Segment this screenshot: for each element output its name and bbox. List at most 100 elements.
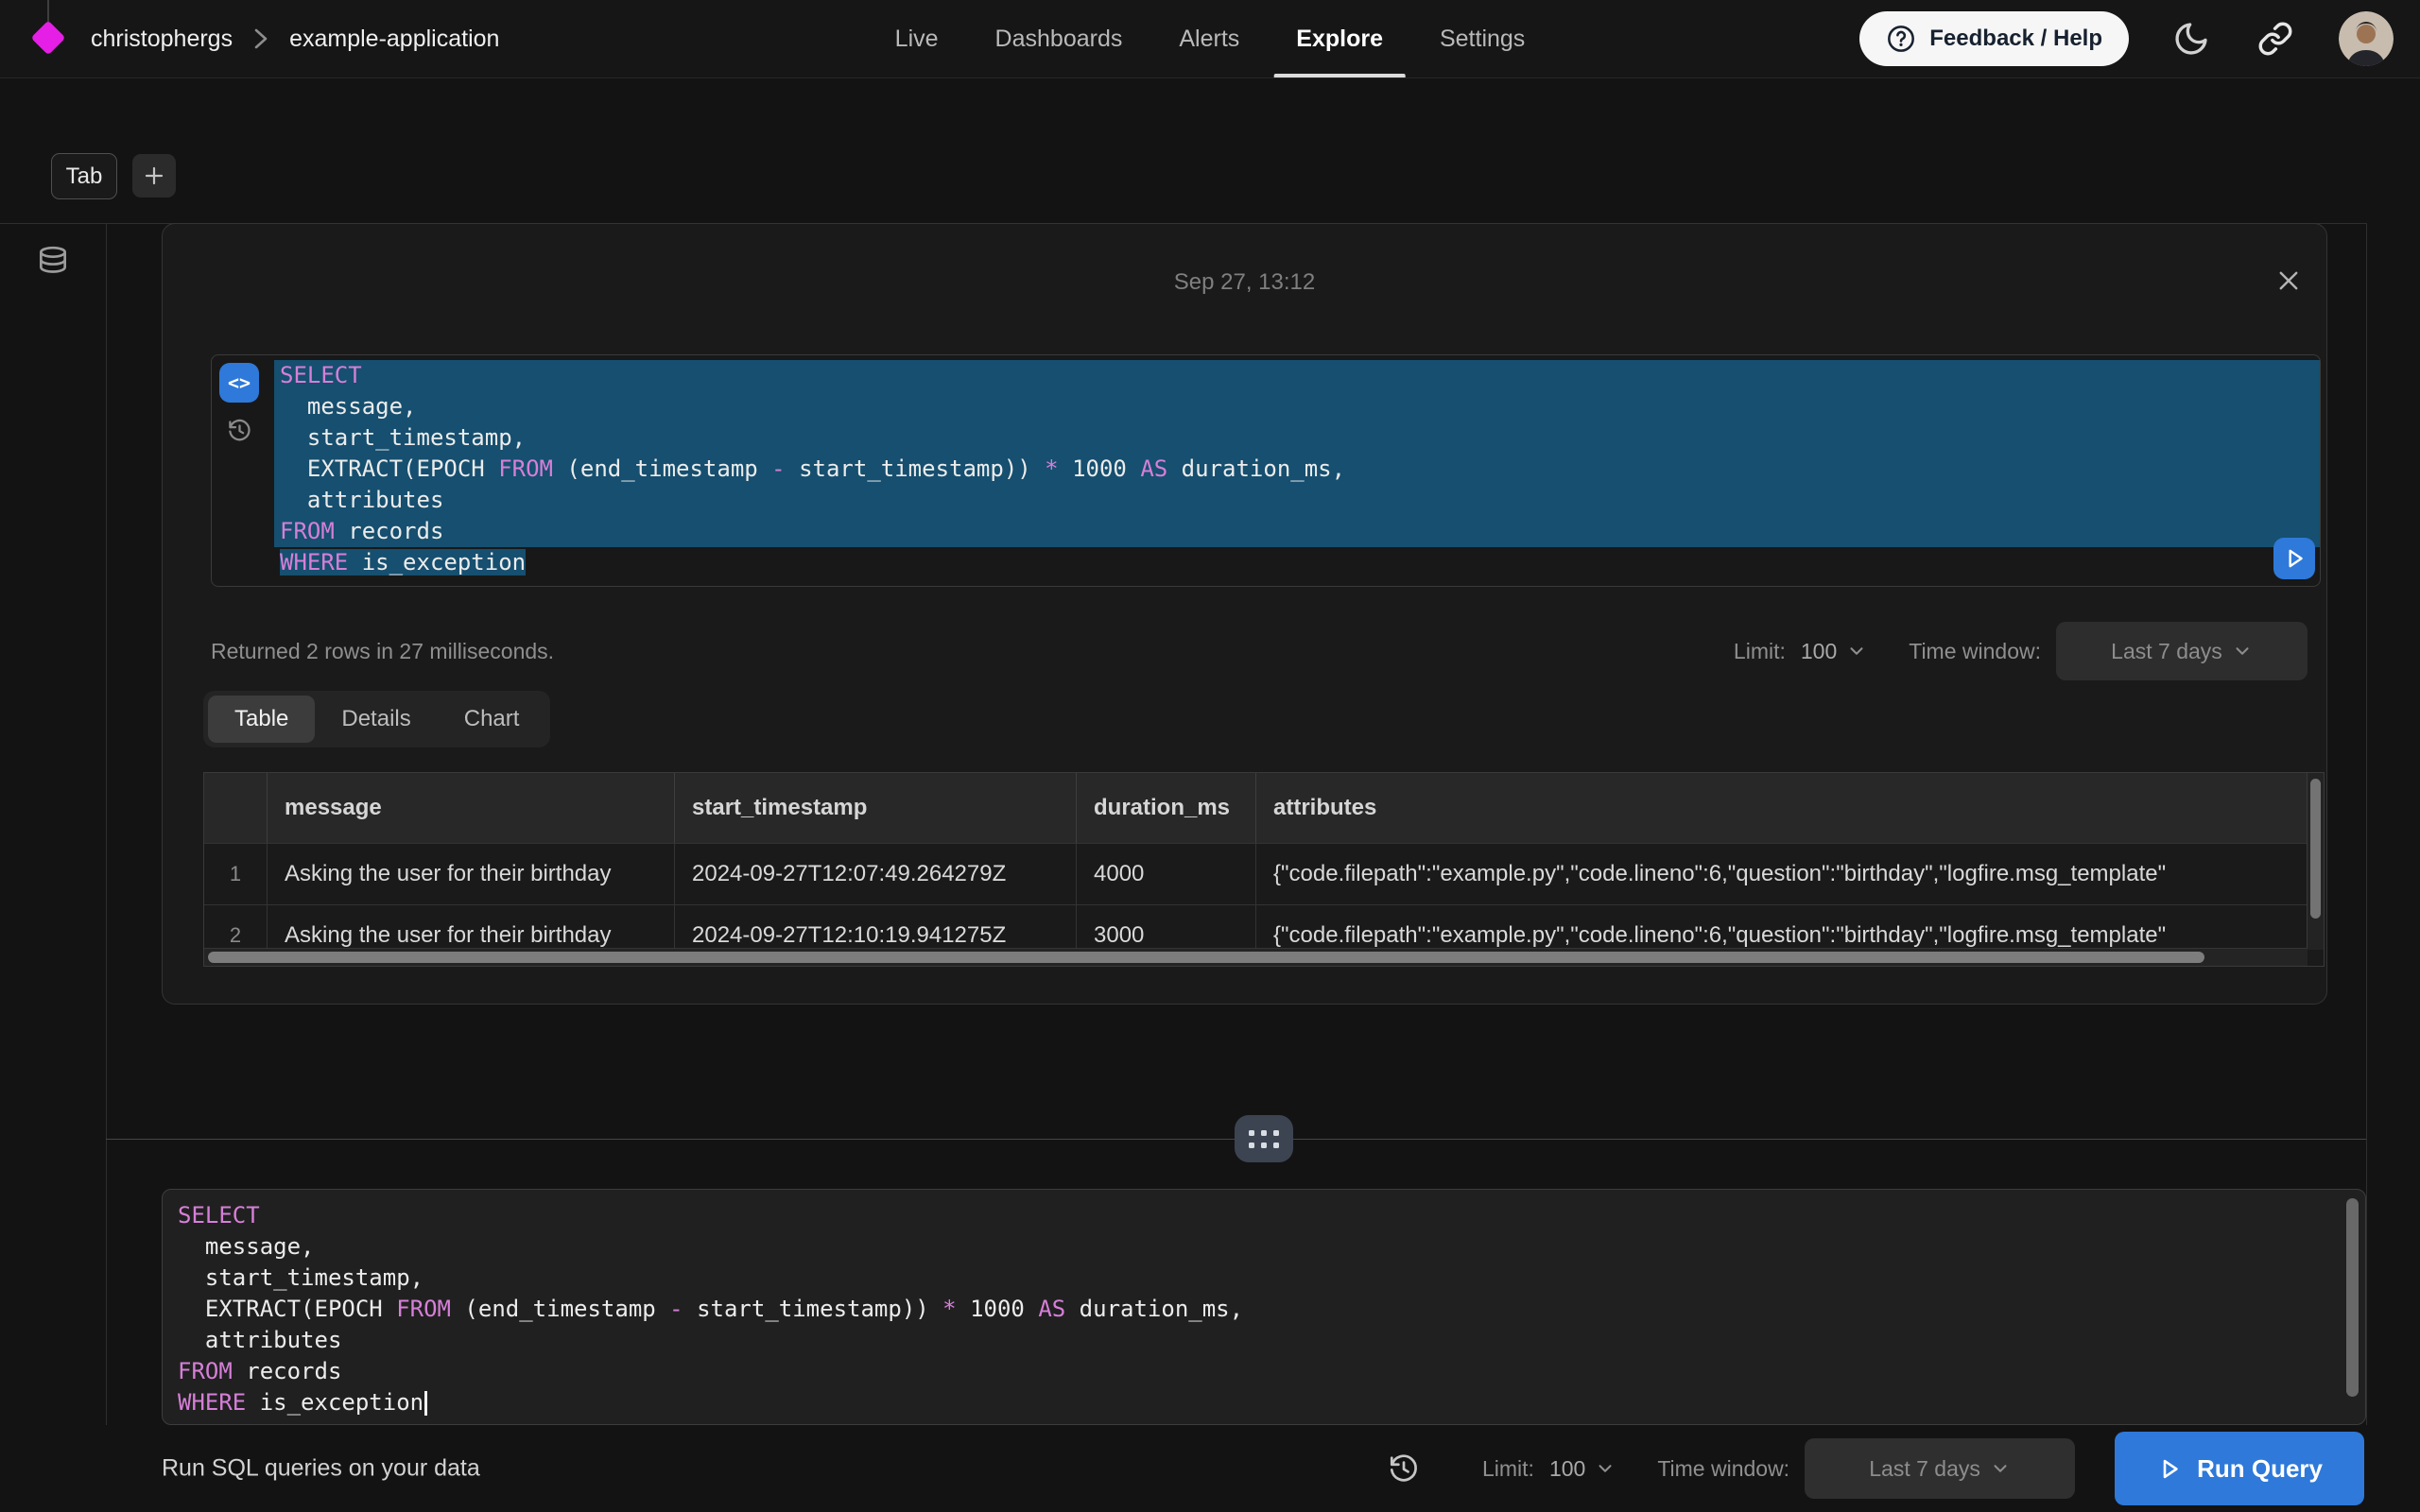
question-circle-icon (1886, 24, 1916, 54)
history-icon[interactable] (227, 418, 272, 443)
query-tab-label: Tab (66, 163, 103, 190)
feedback-help-label: Feedback / Help (1929, 26, 2102, 52)
user-avatar[interactable] (2339, 11, 2394, 66)
code-mode-icon[interactable]: <> (219, 363, 259, 403)
time-window-select[interactable]: Last 7 days (2056, 622, 2308, 680)
hscroll-thumb[interactable] (208, 952, 2204, 963)
table-horizontal-scrollbar[interactable] (204, 948, 2308, 966)
logfire-logo-icon[interactable] (31, 21, 66, 56)
sql-editor[interactable]: SELECT message, start_timestamp, EXTRACT… (162, 1189, 2366, 1425)
chevron-down-icon (1990, 1458, 2011, 1479)
sql-line-4: EXTRACT(EPOCH FROM (end_timestamp - star… (274, 454, 2320, 485)
bottom-controls: Limit: 100 Time window: Last 7 days Run … (1388, 1432, 2364, 1505)
table-row[interactable]: 1Asking the user for their birthday2024-… (204, 843, 2324, 904)
bottom-action-bar: Run SQL queries on your data Limit: 100 … (0, 1425, 2420, 1512)
logfire-explore-page: christophergs example-application LiveDa… (0, 0, 2420, 1512)
nav-tab-dashboards[interactable]: Dashboards (967, 0, 1151, 77)
time-window-select[interactable]: Last 7 days (1805, 1438, 2075, 1499)
cell-duration_ms[interactable]: 4000 (1077, 844, 1256, 904)
sql-line-5: attributes (172, 1325, 2337, 1356)
table-header-row: messagestart_timestampduration_msattribu… (204, 773, 2324, 843)
top-navbar: christophergs example-application LiveDa… (0, 0, 2420, 78)
nav-tab-alerts[interactable]: Alerts (1150, 0, 1268, 77)
sql-line-7: WHERE is_exception (172, 1387, 2337, 1418)
column-header-row-number[interactable] (204, 773, 268, 843)
view-tab-chart[interactable]: Chart (438, 696, 546, 743)
sql-line-5: attributes (274, 485, 2320, 516)
view-tab-details[interactable]: Details (315, 696, 437, 743)
time-window-label: Time window: (1909, 639, 2041, 664)
breadcrumb-separator-icon (253, 26, 268, 51)
query-timestamp: Sep 27, 13:12 (163, 269, 2326, 296)
plus-icon (143, 164, 165, 187)
editor-scrollbar-thumb[interactable] (2346, 1198, 2359, 1397)
code-gutter: <> (219, 363, 272, 443)
query-history-icon[interactable] (1388, 1452, 1420, 1485)
sql-line-3: start_timestamp, (172, 1263, 2337, 1294)
chevron-down-icon[interactable] (1846, 641, 1867, 662)
text-caret (424, 1391, 427, 1416)
nav-tabs: LiveDashboardsAlertsExploreSettings (867, 0, 1554, 77)
sql-line-3: start_timestamp, (274, 422, 2320, 454)
run-query-label: Run Query (2197, 1454, 2323, 1484)
limit-value[interactable]: 100 (1549, 1456, 1585, 1482)
run-sql-play-button[interactable] (2273, 538, 2315, 579)
nav-tab-settings[interactable]: Settings (1411, 0, 1553, 77)
schema-database-icon[interactable] (35, 244, 71, 282)
breadcrumb-org[interactable]: christophergs (91, 26, 233, 53)
time-window-label: Time window: (1657, 1456, 1789, 1482)
nav-right-group: Feedback / Help (1859, 0, 2394, 77)
result-summary: Returned 2 rows in 27 milliseconds. (211, 639, 554, 664)
pane-resize-handle[interactable] (1235, 1115, 1293, 1162)
theme-toggle-moon-icon[interactable] (2172, 20, 2210, 58)
feedback-help-button[interactable]: Feedback / Help (1859, 11, 2129, 66)
play-icon (2156, 1456, 2182, 1482)
nav-tab-explore[interactable]: Explore (1268, 0, 1411, 77)
column-header-message[interactable]: message (268, 773, 675, 843)
sql-line-6: FROM records (172, 1356, 2337, 1387)
executed-sql-text: SELECT message, start_timestamp, EXTRACT… (274, 360, 2320, 578)
executed-sql-block[interactable]: <> SELECT message, start_timestamp, EXTR… (211, 354, 2321, 587)
cell-message[interactable]: Asking the user for their birthday (268, 844, 675, 904)
cell-start_timestamp[interactable]: 2024-09-27T12:07:49.264279Z (675, 844, 1077, 904)
sql-line-1: SELECT (274, 360, 2320, 391)
content-right-border (2366, 223, 2367, 1425)
close-icon[interactable] (2270, 262, 2308, 300)
breadcrumb: christophergs example-application (91, 0, 499, 77)
cell-attributes[interactable]: {"code.filepath":"example.py","code.line… (1256, 844, 2324, 904)
editor-hint: Run SQL queries on your data (162, 1455, 480, 1483)
chevron-down-icon (2232, 641, 2253, 662)
add-tab-button[interactable] (132, 154, 176, 198)
sql-line-7: WHERE is_exception (274, 547, 2320, 578)
query-tab[interactable]: Tab (51, 153, 117, 199)
sql-line-1: SELECT (172, 1200, 2337, 1231)
result-controls: Limit: 100 Time window: Last 7 days (1734, 622, 2308, 680)
breadcrumb-project[interactable]: example-application (289, 26, 499, 53)
row-number: 1 (204, 844, 268, 904)
limit-label: Limit: (1482, 1456, 1534, 1482)
limit-label: Limit: (1734, 639, 1786, 664)
results-table: messagestart_timestampduration_msattribu… (203, 772, 2325, 967)
time-window-value: Last 7 days (2111, 639, 2222, 664)
sidebar-border (106, 223, 107, 1425)
chevron-down-icon[interactable] (1595, 1458, 1616, 1479)
vscroll-thumb[interactable] (2310, 779, 2321, 919)
table-vertical-scrollbar[interactable] (2307, 773, 2324, 950)
sql-line-6: FROM records (274, 516, 2320, 547)
sql-editor-text: SELECT message, start_timestamp, EXTRACT… (172, 1200, 2337, 1418)
view-tab-table[interactable]: Table (208, 696, 315, 743)
share-link-icon[interactable] (2257, 21, 2293, 57)
column-header-attributes[interactable]: attributes (1256, 773, 2324, 843)
nav-tab-live[interactable]: Live (867, 0, 967, 77)
sql-line-4: EXTRACT(EPOCH FROM (end_timestamp - star… (172, 1294, 2337, 1325)
column-header-start_timestamp[interactable]: start_timestamp (675, 773, 1077, 843)
limit-value[interactable]: 100 (1801, 639, 1837, 664)
result-meta-row: Returned 2 rows in 27 milliseconds. Limi… (211, 621, 2308, 681)
query-result-card: Sep 27, 13:12 <> SELECT message, start_t… (162, 223, 2327, 1005)
result-view-tabs: TableDetailsChart (203, 691, 550, 747)
sql-line-2: message, (274, 391, 2320, 422)
time-window-value: Last 7 days (1869, 1456, 1980, 1482)
column-header-duration_ms[interactable]: duration_ms (1077, 773, 1256, 843)
sql-line-2: message, (172, 1231, 2337, 1263)
run-query-button[interactable]: Run Query (2115, 1432, 2364, 1505)
